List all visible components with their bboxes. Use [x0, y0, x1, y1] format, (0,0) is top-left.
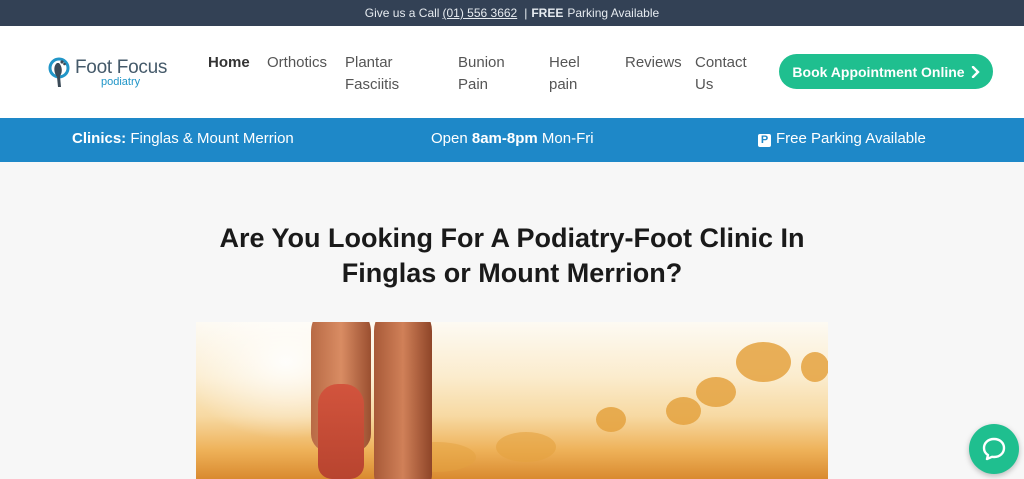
parking-text: Parking Available: [567, 6, 660, 20]
free-label: FREE: [531, 6, 564, 20]
call-prefix: Give us a Call: [364, 6, 440, 20]
book-appointment-button[interactable]: Book Appointment Online: [779, 54, 993, 89]
chat-bubble-icon: [982, 437, 1006, 461]
running-shoe: [318, 384, 364, 479]
palm-tree-shape: [736, 342, 791, 382]
runner-leg: [374, 322, 432, 479]
site-header: Foot Focus podiatry Home Orthotics Plant…: [0, 26, 1024, 118]
separator: |: [524, 6, 528, 20]
palm-tree-shape: [596, 407, 626, 432]
nav-orthotics-label: Orthotics: [267, 54, 328, 71]
nav-plantar-line2: Fasciitis: [345, 76, 400, 93]
nav-orthotics[interactable]: Orthotics: [267, 52, 327, 74]
parking-info-text: Free Parking Available: [776, 130, 926, 147]
chevron-right-icon: [971, 65, 980, 78]
nav-contact-line2: Us: [695, 76, 714, 93]
palm-tree-shape: [801, 352, 828, 382]
hours-prefix: Open: [431, 130, 468, 147]
palm-tree-shape: [666, 397, 701, 425]
page-headline: Are You Looking For A Podiatry-Foot Clin…: [150, 221, 874, 291]
nav-plantar-fasciitis[interactable]: Plantar Fasciitis: [345, 52, 399, 96]
parking-icon: P: [758, 134, 771, 147]
nav-heel-line2: pain: [549, 76, 578, 93]
nav-heel-line1: Heel: [549, 54, 580, 71]
clinics-label: Clinics:: [72, 130, 127, 147]
nav-bunion-pain[interactable]: Bunion Pain: [458, 52, 505, 96]
info-bar: Clinics: Finglas & Mount Merrion Open 8a…: [0, 118, 1024, 162]
nav-reviews[interactable]: Reviews: [625, 52, 682, 74]
palm-tree-shape: [696, 377, 736, 407]
nav-heel-pain[interactable]: Heel pain: [549, 52, 580, 96]
nav-bunion-line2: Pain: [458, 76, 489, 93]
headline-line2: Finglas or Mount Merrion?: [341, 258, 683, 288]
parking-info: P Free Parking Available: [758, 130, 926, 147]
headline-line1: Are You Looking For A Podiatry-Foot Clin…: [219, 223, 805, 253]
hours-suffix: Mon-Fri: [541, 130, 594, 147]
nav-home-label: Home: [208, 54, 250, 71]
nav-plantar-line1: Plantar: [345, 54, 393, 71]
nav-home[interactable]: Home: [208, 52, 250, 74]
book-appointment-label: Book Appointment Online: [792, 63, 965, 80]
nav-contact-line1: Contact: [695, 54, 747, 71]
foot-logo-icon: [48, 57, 70, 87]
top-announcement-bar: Give us a Call (01) 556 3662 | FREE Park…: [0, 0, 1024, 26]
nav-contact-us[interactable]: Contact Us: [695, 52, 747, 96]
hours-value: 8am-8pm: [471, 130, 538, 147]
hours-info: Open 8am-8pm Mon-Fri: [431, 130, 594, 147]
nav-bunion-line1: Bunion: [458, 54, 505, 71]
palm-tree-shape: [496, 432, 556, 462]
clinics-info: Clinics: Finglas & Mount Merrion: [72, 130, 294, 147]
clinics-value: Finglas & Mount Merrion: [130, 130, 294, 147]
nav-reviews-label: Reviews: [625, 54, 682, 71]
chat-widget-button[interactable]: [969, 424, 1019, 474]
logo[interactable]: Foot Focus podiatry: [48, 55, 178, 91]
hero-image: [196, 322, 828, 479]
logo-tagline: podiatry: [101, 76, 141, 88]
phone-link[interactable]: (01) 556 3662: [442, 6, 517, 20]
